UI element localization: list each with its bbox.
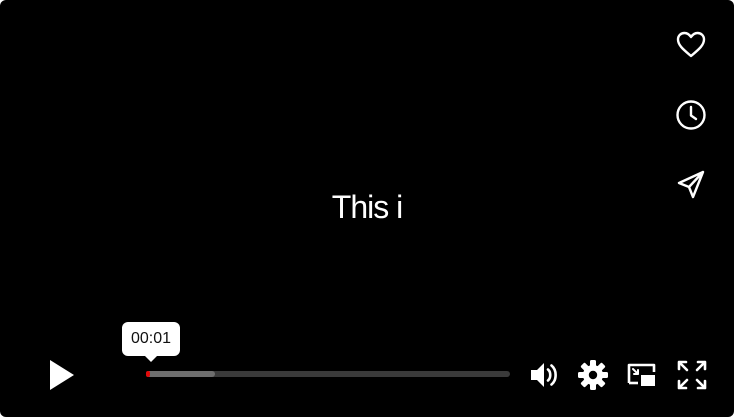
gear-icon: [578, 360, 608, 390]
fullscreen-button[interactable]: [675, 358, 709, 392]
progress-bar[interactable]: [146, 371, 510, 377]
send-plane-icon: [677, 170, 705, 199]
share-button[interactable]: [674, 168, 708, 202]
control-bar: 00:01: [0, 322, 734, 404]
time-tooltip: 00:01: [122, 322, 180, 362]
picture-in-picture-icon: [627, 363, 656, 386]
like-button[interactable]: [674, 28, 708, 62]
watch-later-button[interactable]: [674, 98, 708, 132]
progress-played: [146, 371, 150, 377]
settings-button[interactable]: [576, 358, 610, 392]
fullscreen-icon: [677, 360, 707, 390]
video-player[interactable]: This i 00:01: [0, 0, 734, 417]
play-button[interactable]: [44, 358, 80, 392]
play-icon: [50, 360, 74, 390]
volume-button[interactable]: [527, 358, 561, 392]
clock-icon: [676, 100, 706, 130]
volume-icon: [531, 363, 557, 387]
heart-outline-icon: [676, 31, 706, 58]
picture-in-picture-button[interactable]: [625, 358, 659, 392]
video-frame-text: This i: [331, 189, 403, 225]
progress-buffered: [146, 371, 215, 377]
